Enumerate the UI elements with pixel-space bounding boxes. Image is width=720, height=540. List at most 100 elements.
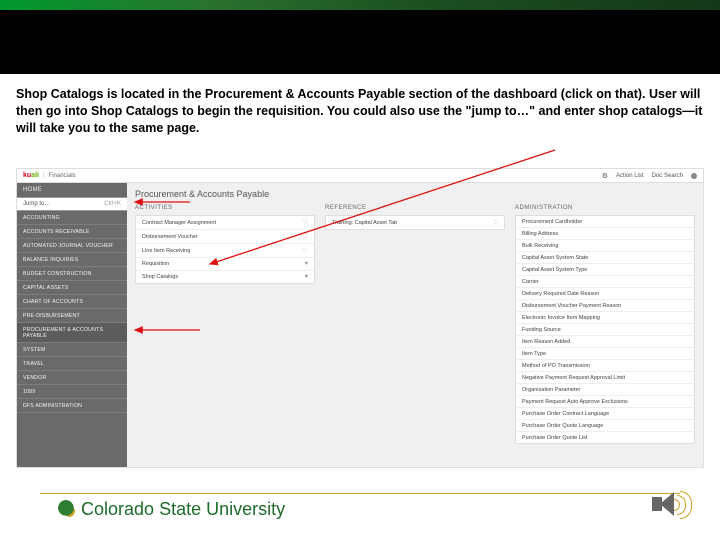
admin-organization-parameter[interactable]: Organization Parameter (516, 384, 694, 396)
sidebar-item-budget-construction[interactable]: BUDGET CONSTRUCTION (17, 267, 127, 281)
ram-icon (56, 498, 78, 520)
admin-label: Item Type (522, 351, 546, 357)
app-brand: kuali | Financials (23, 172, 76, 179)
reference-training-capital-asset-tab[interactable]: Training: Capital Asset Tab ♡ (326, 216, 504, 229)
activity-label: Contract Manager Assignment (142, 220, 216, 226)
activity-label: Line Item Receiving (142, 248, 190, 254)
col-activities-head: ACTIVITIES (135, 205, 315, 211)
instruction-text: Shop Catalogs is located in the Procurem… (16, 86, 704, 137)
jump-to-input[interactable]: Jump to… Ctrl+K (17, 197, 127, 211)
admin-einvoice-item-mapping[interactable]: Electronic Invoice Item Mapping (516, 312, 694, 324)
jump-to-hint: Ctrl+K (104, 201, 121, 207)
admin-item-type[interactable]: Item Type (516, 348, 694, 360)
sidebar-item-capital-assets[interactable]: CAPITAL ASSETS (17, 281, 127, 295)
doc-search-link[interactable]: Doc Search (652, 173, 683, 179)
admin-label: Negative Payment Request Approval Limit (522, 375, 625, 381)
admin-funding-source[interactable]: Funding Source (516, 324, 694, 336)
sidebar-item-accounting[interactable]: ACCOUNTING (17, 211, 127, 225)
app-header: kuali | Financials Action List Doc Searc… (17, 169, 703, 183)
admin-procurement-cardholder[interactable]: Procurement Cardholder (516, 216, 694, 228)
activity-requisition[interactable]: Requisition ♥ (136, 258, 314, 271)
admin-label: Purchase Order Contract Language (522, 411, 609, 417)
activity-contract-manager-assignment[interactable]: Contract Manager Assignment ♡ (136, 216, 314, 230)
col-administration-head: ADMINISTRATION (515, 205, 695, 211)
csu-logo: Colorado State University (56, 498, 285, 520)
admin-method-of-po-transmission[interactable]: Method of PO Transmission (516, 360, 694, 372)
sidebar-item-pre-disbursement[interactable]: PRE-DISBURSEMENT (17, 309, 127, 323)
admin-po-quote-list[interactable]: Purchase Order Quote List (516, 432, 694, 443)
main-content: Procurement & Accounts Payable ACTIVITIE… (127, 183, 703, 467)
heart-icon[interactable]: ♥ (304, 261, 308, 267)
admin-label: Capital Asset System Type (522, 267, 587, 273)
user-icon[interactable] (691, 173, 697, 179)
heart-icon[interactable]: ♡ (493, 219, 498, 226)
admin-capital-asset-system-state[interactable]: Capital Asset System State (516, 252, 694, 264)
admin-dv-payment-reason[interactable]: Disbursement Voucher Payment Reason (516, 300, 694, 312)
kuali-app-screenshot: kuali | Financials Action List Doc Searc… (16, 168, 704, 468)
col-reference-head: REFERENCE (325, 205, 505, 211)
reference-label: Training: Capital Asset Tab (332, 220, 397, 226)
sidebar-item-vendor[interactable]: VENDOR (17, 371, 127, 385)
admin-label: Bulk Receiving (522, 243, 558, 249)
admin-po-quote-language[interactable]: Purchase Order Quote Language (516, 420, 694, 432)
admin-label: Billing Address (522, 231, 558, 237)
admin-neg-payment-request-approval-limit[interactable]: Negative Payment Request Approval Limit (516, 372, 694, 384)
activity-disbursement-voucher[interactable]: Disbursement Voucher ♡ (136, 230, 314, 244)
activity-label: Shop Catalogs (142, 274, 178, 280)
admin-billing-address[interactable]: Billing Address (516, 228, 694, 240)
kuali-logo: kuali (23, 172, 39, 179)
gear-icon[interactable] (602, 172, 608, 180)
admin-payment-request-auto-approve-exclusions[interactable]: Payment Request Auto Approve Exclusions (516, 396, 694, 408)
col-activities: ACTIVITIES Contract Manager Assignment♡ … (135, 205, 315, 463)
sidebar-item-accounts-receivable[interactable]: ACCOUNTS RECEIVABLE (17, 225, 127, 239)
page-title: Procurement & Accounts Payable (135, 189, 695, 199)
activity-label: Disbursement Voucher (142, 234, 198, 240)
col-reference: REFERENCE Training: Capital Asset Tab ♡ (325, 205, 505, 463)
speaker-icon (650, 488, 690, 522)
col-administration: ADMINISTRATION Procurement Cardholder Bi… (515, 205, 695, 463)
sidebar-item-chart-of-accounts[interactable]: CHART OF ACCOUNTS (17, 295, 127, 309)
sidebar-item-automated-journal-voucher[interactable]: AUTOMATED JOURNAL VOUCHER (17, 239, 127, 253)
admin-delivery-required-date-reason[interactable]: Delivery Required Date Reason (516, 288, 694, 300)
action-list-link[interactable]: Action List (616, 173, 644, 179)
admin-bulk-receiving[interactable]: Bulk Receiving (516, 240, 694, 252)
sidebar-item-procurement-ap[interactable]: PROCUREMENT & ACCOUNTS PAYABLE (17, 323, 127, 343)
admin-label: Procurement Cardholder (522, 219, 582, 225)
activity-label: Requisition (142, 261, 169, 267)
footer-rule (40, 493, 680, 494)
sidebar-item-travel[interactable]: TRAVEL (17, 357, 127, 371)
admin-label: Organization Parameter (522, 387, 580, 393)
admin-label: Disbursement Voucher Payment Reason (522, 303, 621, 309)
heart-icon[interactable]: ♡ (303, 219, 308, 226)
brand-product: Financials (49, 173, 76, 179)
heart-icon[interactable]: ♡ (303, 233, 308, 240)
admin-label: Method of PO Transmission (522, 363, 590, 369)
sidebar-item-dfs-administration[interactable]: DFS ADMINISTRATION (17, 399, 127, 413)
jump-to-placeholder: Jump to… (23, 201, 50, 207)
sidebar-item-1099[interactable]: 1099 (17, 385, 127, 399)
activity-line-item-receiving[interactable]: Line Item Receiving ♡ (136, 244, 314, 258)
admin-label: Item Reason Added (522, 339, 570, 345)
csu-wordmark: Colorado State University (81, 499, 285, 520)
admin-label: Delivery Required Date Reason (522, 291, 599, 297)
sidebar-item-balance-inquiries[interactable]: BALANCE INQUIRIES (17, 253, 127, 267)
admin-label: Purchase Order Quote List (522, 435, 587, 441)
slide-header-bar (0, 0, 720, 74)
admin-label: Funding Source (522, 327, 561, 333)
heart-icon[interactable]: ♡ (303, 247, 308, 254)
admin-label: Purchase Order Quote Language (522, 423, 603, 429)
admin-po-contract-language[interactable]: Purchase Order Contract Language (516, 408, 694, 420)
admin-item-reason-added[interactable]: Item Reason Added (516, 336, 694, 348)
admin-label: Electronic Invoice Item Mapping (522, 315, 600, 321)
sidebar-home[interactable]: HOME (17, 183, 127, 197)
admin-label: Payment Request Auto Approve Exclusions (522, 399, 628, 405)
admin-label: Capital Asset System State (522, 255, 588, 261)
brand-divider: | (43, 173, 45, 179)
sidebar-item-system[interactable]: SYSTEM (17, 343, 127, 357)
admin-label: Carrier (522, 279, 539, 285)
admin-carrier[interactable]: Carrier (516, 276, 694, 288)
heart-icon[interactable]: ♥ (304, 274, 308, 280)
admin-capital-asset-system-type[interactable]: Capital Asset System Type (516, 264, 694, 276)
sidebar: HOME Jump to… Ctrl+K ACCOUNTING ACCOUNTS… (17, 183, 127, 467)
activity-shop-catalogs[interactable]: Shop Catalogs ♥ (136, 271, 314, 283)
